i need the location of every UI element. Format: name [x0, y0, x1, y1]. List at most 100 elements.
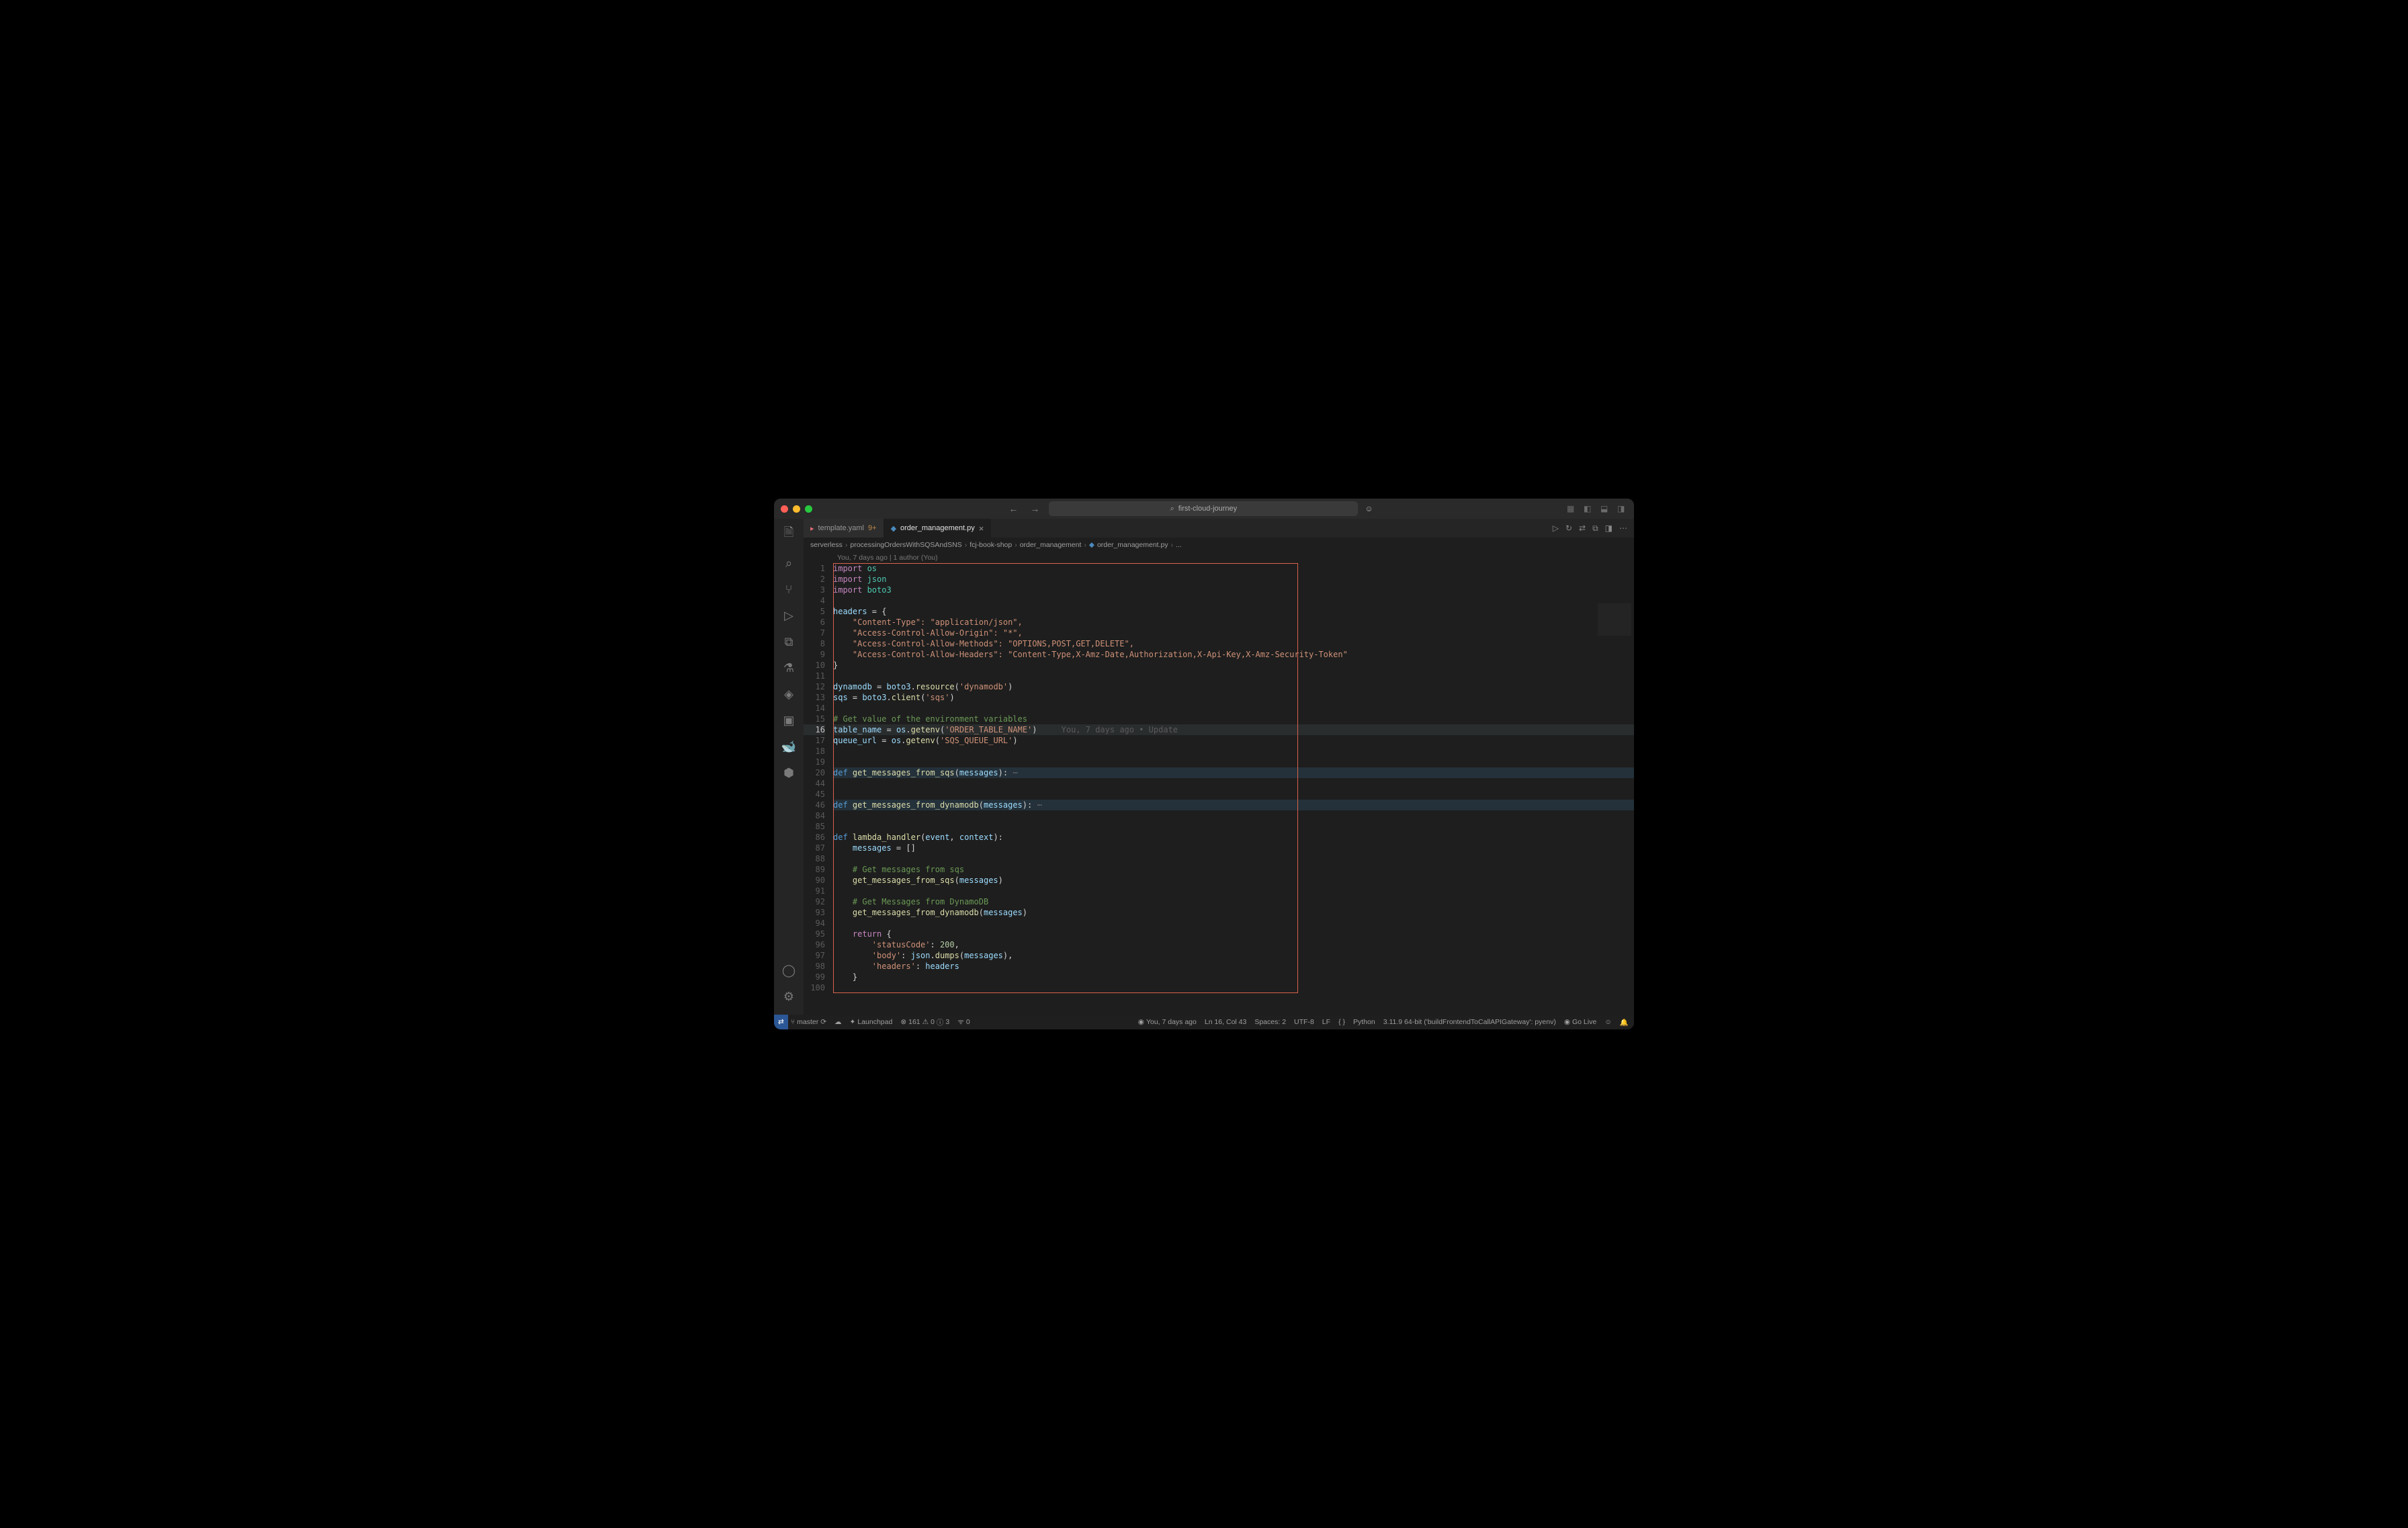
- line-number: 88: [804, 853, 825, 864]
- yaml-file-icon: ▸: [810, 524, 814, 533]
- line-number: 8: [804, 638, 825, 649]
- tab-label: template.yaml: [818, 524, 864, 532]
- sync-icon: ⟳: [820, 1018, 826, 1026]
- vscode-window: ← → ⌕ first-cloud-journey ☺ ▦ ◧ ⬓ ◨ 🗎 ⌕ …: [774, 499, 1634, 1029]
- feedback-icon[interactable]: ☺: [1604, 1018, 1612, 1026]
- git-branch[interactable]: ⑂ master ⟳: [791, 1018, 826, 1026]
- explorer-icon[interactable]: 🗎: [784, 524, 793, 544]
- line-number: 45: [804, 789, 825, 800]
- line-number: 95: [804, 929, 825, 939]
- info-icon: ⓘ: [937, 1017, 944, 1027]
- toolbox-icon[interactable]: ▣: [783, 714, 794, 728]
- chevron-right-icon: ›: [1084, 541, 1086, 549]
- editor-area: ▸ template.yaml 9+ ◆ order_management.py…: [804, 519, 1634, 1015]
- chevron-right-icon: ›: [1015, 541, 1017, 549]
- go-live[interactable]: ◉ Go Live: [1564, 1018, 1596, 1026]
- line-number: 5: [804, 606, 825, 617]
- split-editor-icon[interactable]: ◨: [1605, 523, 1612, 533]
- line-number: 97: [804, 950, 825, 961]
- breadcrumb[interactable]: serverless› processingOrdersWithSQSAndSN…: [804, 538, 1634, 552]
- bc-0: serverless: [810, 541, 843, 549]
- branch-icon: ⑂: [791, 1018, 795, 1026]
- panel-right-icon[interactable]: ◨: [1617, 504, 1627, 514]
- panel-left-icon[interactable]: ◧: [1584, 504, 1594, 514]
- bell-icon[interactable]: 🔔: [1620, 1018, 1629, 1027]
- panel-bottom-icon[interactable]: ⬓: [1600, 504, 1610, 514]
- maximize-window[interactable]: [805, 505, 812, 513]
- copilot-icon[interactable]: ☺: [1365, 504, 1373, 513]
- line-number: 85: [804, 821, 825, 832]
- encoding[interactable]: UTF-8: [1294, 1018, 1314, 1026]
- search-icon[interactable]: ⌕: [785, 556, 792, 570]
- rocket-icon: ✦: [850, 1018, 856, 1026]
- codelens-authors[interactable]: You, 7 days ago | 1 author (You): [804, 552, 1634, 563]
- line-number: 13: [804, 692, 825, 703]
- cloud-sync-icon[interactable]: ☁: [834, 1018, 842, 1026]
- line-number: 10: [804, 660, 825, 671]
- more-icon[interactable]: ⋯: [1619, 523, 1627, 533]
- tab-template-yaml[interactable]: ▸ template.yaml 9+: [804, 519, 884, 538]
- extensions-icon[interactable]: ⧉: [785, 635, 793, 649]
- problems[interactable]: ⊗ 161 ⚠ 0 ⓘ 3: [900, 1017, 949, 1027]
- language-mode[interactable]: Python: [1353, 1018, 1375, 1026]
- line-number: 3: [804, 585, 825, 595]
- bracket-icon[interactable]: { }: [1338, 1018, 1345, 1026]
- debug-restart-icon[interactable]: ↻: [1565, 523, 1572, 533]
- ports[interactable]: ᯤ 0: [957, 1017, 970, 1027]
- aws-icon[interactable]: ◈: [784, 687, 793, 702]
- diff-icon[interactable]: ⧉: [1592, 523, 1598, 534]
- warning-icon: ⚠: [922, 1018, 929, 1026]
- remote-indicator[interactable]: ⇄: [774, 1015, 788, 1029]
- line-number: 89: [804, 864, 825, 875]
- source-control-icon[interactable]: ⑂: [785, 583, 793, 597]
- settings-icon[interactable]: ⚙: [783, 990, 794, 1004]
- account-icon[interactable]: ◯: [782, 964, 796, 978]
- line-number: 15: [804, 714, 825, 724]
- python-file-icon: ◆: [1089, 541, 1094, 549]
- line-number: 20: [804, 767, 825, 778]
- run-icon[interactable]: ▷: [1553, 523, 1559, 533]
- code-content[interactable]: import os import json import boto3 heade…: [833, 563, 1634, 1015]
- python-interpreter[interactable]: 3.11.9 64-bit ('buildFrontendToCallAPIGa…: [1383, 1018, 1556, 1026]
- eol[interactable]: LF: [1322, 1018, 1330, 1026]
- activity-bar: 🗎 ⌕ ⑂ ▷ ⧉ ⚗ ◈ ▣ 🐋 ⬢ ◯ ⚙: [774, 519, 804, 1015]
- run-debug-icon[interactable]: ▷: [784, 609, 793, 623]
- code-editor[interactable]: 1 2 3 4 5 6 7 8 9 10 11 12 13 14 15 16 1: [804, 563, 1634, 1015]
- docker-icon[interactable]: 🐋: [781, 740, 796, 754]
- line-number: 6: [804, 617, 825, 628]
- nav-back[interactable]: ←: [1006, 503, 1021, 514]
- line-number: 9: [804, 649, 825, 660]
- command-center[interactable]: ⌕ first-cloud-journey: [1049, 501, 1358, 516]
- python-icon[interactable]: ⬢: [783, 766, 794, 780]
- broadcast-icon: ◉: [1564, 1018, 1570, 1026]
- layout-icon[interactable]: ▦: [1567, 504, 1577, 514]
- titlebar-center: ← → ⌕ first-cloud-journey ☺: [818, 501, 1561, 516]
- line-blame[interactable]: ◉ You, 7 days ago: [1138, 1018, 1197, 1026]
- testing-icon[interactable]: ⚗: [783, 661, 794, 675]
- line-number: 90: [804, 875, 825, 886]
- launchpad[interactable]: ✦ Launchpad: [850, 1018, 893, 1026]
- minimize-window[interactable]: [793, 505, 800, 513]
- line-gutter: 1 2 3 4 5 6 7 8 9 10 11 12 13 14 15 16 1: [804, 563, 833, 1015]
- error-icon: ⊗: [900, 1018, 906, 1026]
- line-number: 91: [804, 886, 825, 896]
- tab-close-icon[interactable]: ×: [979, 523, 984, 534]
- line-number: 96: [804, 939, 825, 950]
- close-window[interactable]: [781, 505, 788, 513]
- bc-2: fcj-book-shop: [970, 541, 1012, 549]
- line-number: 46: [804, 800, 825, 810]
- line-number: 93: [804, 907, 825, 918]
- bc-3: order_management: [1020, 541, 1082, 549]
- line-number: 98: [804, 961, 825, 972]
- split-compare-icon[interactable]: ⇄: [1579, 523, 1586, 533]
- line-number: 100: [804, 982, 825, 993]
- line-number: 84: [804, 810, 825, 821]
- cursor-position[interactable]: Ln 16, Col 43: [1205, 1018, 1246, 1026]
- body: 🗎 ⌕ ⑂ ▷ ⧉ ⚗ ◈ ▣ 🐋 ⬢ ◯ ⚙ ▸ template.yaml …: [774, 519, 1634, 1015]
- indentation[interactable]: Spaces: 2: [1254, 1018, 1286, 1026]
- nav-forward[interactable]: →: [1027, 503, 1042, 514]
- tab-suffix: 9+: [868, 524, 877, 532]
- editor-tabs: ▸ template.yaml 9+ ◆ order_management.py…: [804, 519, 1634, 538]
- inline-blame: You, 7 days ago • Update: [1062, 725, 1178, 734]
- tab-order-management[interactable]: ◆ order_management.py ×: [884, 519, 992, 538]
